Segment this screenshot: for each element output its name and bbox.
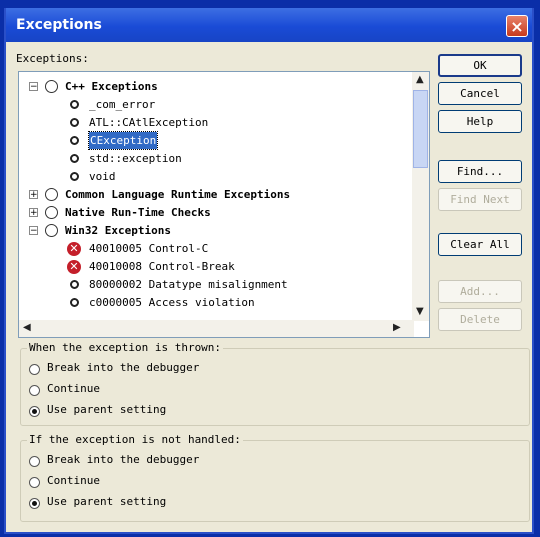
tree-row[interactable]: CException bbox=[19, 131, 412, 150]
state-circle-icon bbox=[70, 154, 79, 163]
tree-row[interactable]: _com_error bbox=[19, 96, 412, 113]
title-bar[interactable]: Exceptions × bbox=[6, 8, 532, 42]
cancel-button[interactable]: Cancel bbox=[438, 82, 522, 105]
tree-row[interactable]: void bbox=[19, 168, 412, 185]
scroll-down-icon[interactable]: ▼ bbox=[416, 306, 424, 317]
add-button[interactable]: Add... bbox=[438, 280, 522, 303]
stop-icon: ✕ bbox=[67, 242, 81, 256]
tree-row[interactable]: c0000005 Access violation bbox=[19, 294, 412, 311]
window-title: Exceptions bbox=[16, 17, 102, 33]
radio-button[interactable] bbox=[29, 406, 40, 417]
tree-row-label: C++ Exceptions bbox=[65, 80, 158, 93]
tree-row[interactable]: − Win32 Exceptions bbox=[19, 222, 412, 239]
radio-label[interactable]: Break into the debugger bbox=[47, 361, 199, 374]
state-circle-icon bbox=[45, 80, 58, 93]
find-next-button[interactable]: Find Next bbox=[438, 188, 522, 211]
scroll-left-icon[interactable]: ◀ bbox=[23, 322, 31, 333]
help-button[interactable]: Help bbox=[438, 110, 522, 133]
state-circle-icon bbox=[70, 118, 79, 127]
tree-row-label: ATL::CAtlException bbox=[89, 116, 209, 129]
collapse-icon[interactable]: − bbox=[29, 82, 38, 92]
radio-button[interactable] bbox=[29, 364, 40, 375]
find-button[interactable]: Find... bbox=[438, 160, 522, 183]
tree-row-label: 40010008 Control-Break bbox=[89, 260, 235, 273]
tree-row-label: CException bbox=[87, 131, 159, 150]
radio-label[interactable]: Use parent setting bbox=[47, 495, 166, 508]
close-button[interactable]: × bbox=[506, 15, 528, 37]
scroll-right-icon[interactable]: ▶ bbox=[393, 322, 401, 333]
tree-row[interactable]: ✕ 40010005 Control-C bbox=[19, 240, 412, 257]
unhandled-group: If the exception is not handled: Break i… bbox=[20, 433, 530, 522]
state-circle-icon bbox=[70, 136, 79, 145]
horizontal-scrollbar[interactable]: ◀ ▶ bbox=[19, 320, 414, 337]
thrown-group-title: When the exception is thrown: bbox=[27, 341, 224, 354]
ok-button[interactable]: OK bbox=[438, 54, 522, 77]
tree-row[interactable]: + Common Language Runtime Exceptions bbox=[19, 186, 412, 203]
tree-row[interactable]: ✕ 40010008 Control-Break bbox=[19, 258, 412, 275]
unhandled-group-title: If the exception is not handled: bbox=[27, 433, 243, 446]
exceptions-label: Exceptions: bbox=[16, 52, 89, 65]
state-circle-icon bbox=[45, 206, 58, 219]
collapse-icon[interactable]: − bbox=[29, 226, 38, 236]
tree-row-label: 40010005 Control-C bbox=[89, 242, 209, 255]
tree-row[interactable]: − C++ Exceptions bbox=[19, 78, 412, 95]
state-circle-icon bbox=[70, 172, 79, 181]
radio-button[interactable] bbox=[29, 477, 40, 488]
tree-row-label: c0000005 Access violation bbox=[89, 296, 255, 309]
state-circle-icon bbox=[70, 100, 79, 109]
state-circle-icon bbox=[70, 280, 79, 289]
stop-icon: ✕ bbox=[67, 260, 81, 274]
expand-icon[interactable]: + bbox=[29, 190, 38, 200]
radio-button[interactable] bbox=[29, 498, 40, 509]
scroll-up-icon[interactable]: ▲ bbox=[416, 74, 424, 85]
radio-button[interactable] bbox=[29, 385, 40, 396]
state-circle-icon bbox=[45, 188, 58, 201]
radio-label[interactable]: Use parent setting bbox=[47, 403, 166, 416]
expand-icon[interactable]: + bbox=[29, 208, 38, 218]
tree-row[interactable]: + Native Run-Time Checks bbox=[19, 204, 412, 221]
delete-button[interactable]: Delete bbox=[438, 308, 522, 331]
state-circle-icon bbox=[70, 298, 79, 307]
tree-row-label: _com_error bbox=[89, 98, 156, 111]
radio-button[interactable] bbox=[29, 456, 40, 467]
tree-row-label: Common Language Runtime Exceptions bbox=[65, 188, 291, 201]
state-circle-icon bbox=[45, 224, 58, 237]
tree-row-label: void bbox=[89, 170, 116, 183]
exceptions-tree[interactable]: − C++ Exceptions_com_errorATL::CAtlExcept… bbox=[18, 71, 430, 338]
radio-label[interactable]: Continue bbox=[47, 382, 100, 395]
tree-row-label: 80000002 Datatype misalignment bbox=[89, 278, 288, 291]
exceptions-dialog: Exceptions × Exceptions: − C++ Exceptions… bbox=[4, 8, 534, 534]
tree-row-label: std::exception bbox=[89, 152, 182, 165]
vertical-scrollbar[interactable]: ▲ ▼ bbox=[412, 72, 429, 321]
tree-row[interactable]: std::exception bbox=[19, 150, 412, 167]
thrown-group: When the exception is thrown: Break into… bbox=[20, 341, 530, 426]
vertical-scroll-thumb[interactable] bbox=[413, 90, 428, 168]
clear-all-button[interactable]: Clear All bbox=[438, 233, 522, 256]
tree-row[interactable]: ATL::CAtlException bbox=[19, 114, 412, 131]
radio-label[interactable]: Continue bbox=[47, 474, 100, 487]
tree-row-label: Win32 Exceptions bbox=[65, 224, 171, 237]
tree-row[interactable]: 80000002 Datatype misalignment bbox=[19, 276, 412, 293]
radio-label[interactable]: Break into the debugger bbox=[47, 453, 199, 466]
tree-row-label: Native Run-Time Checks bbox=[65, 206, 211, 219]
